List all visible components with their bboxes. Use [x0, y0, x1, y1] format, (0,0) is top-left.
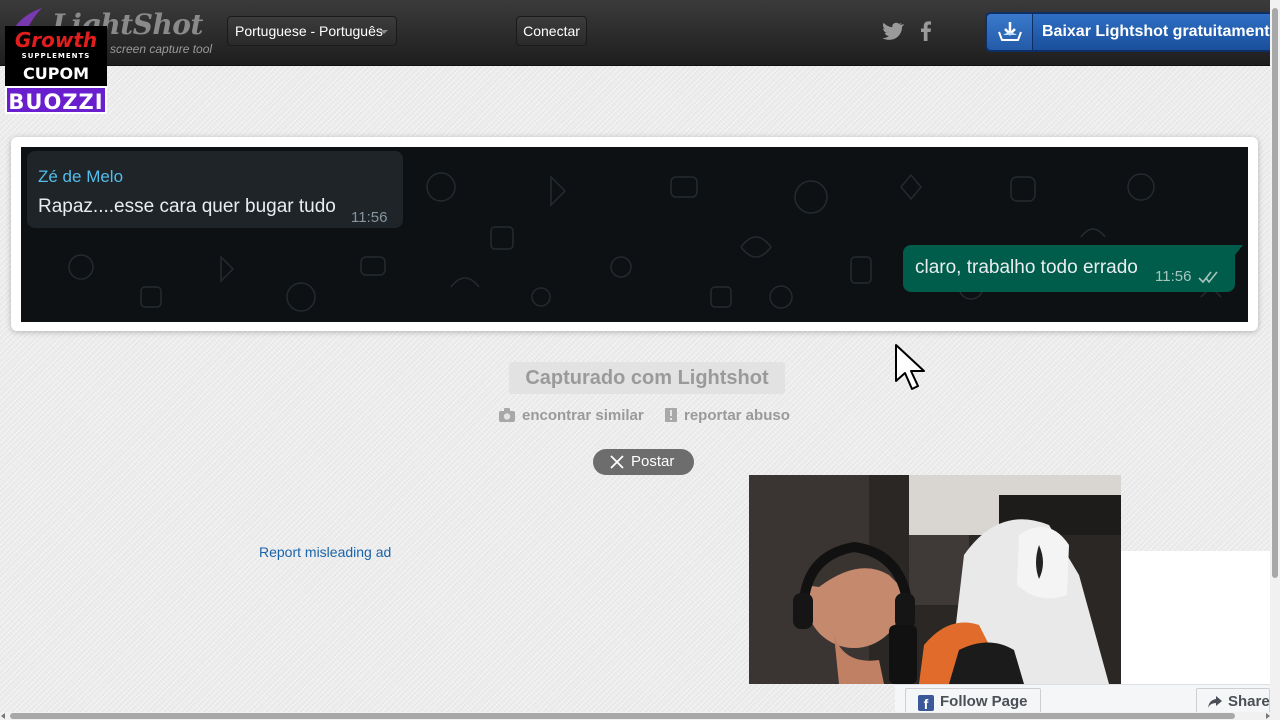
horizontal-scrollbar[interactable]: [0, 712, 1280, 720]
report-abuse-link[interactable]: reportar abuso: [664, 406, 804, 426]
ad-video[interactable]: [749, 475, 1121, 684]
twitter-icon[interactable]: [880, 19, 904, 43]
find-similar-link[interactable]: encontrar similar: [498, 406, 658, 426]
message-time: 11:56: [1155, 268, 1192, 285]
mouse-cursor-icon: [895, 344, 925, 390]
promo-code: BUOZZI: [5, 86, 107, 114]
screenshot-card: Zé de Melo Rapaz....esse cara quer bugar…: [11, 137, 1258, 331]
header-bar: LightShot screen capture tool Portuguese…: [0, 0, 1280, 66]
facebook-f-icon: f: [918, 695, 934, 712]
vertical-scrollbar[interactable]: [1270, 0, 1280, 712]
vertical-scrollbar-thumb[interactable]: [1272, 8, 1278, 578]
download-button-label: Baixar Lightshot gratuitamente: [1042, 23, 1279, 40]
download-icon-box: [987, 14, 1033, 50]
flag-report-icon: [665, 408, 677, 422]
facebook-page-bar: f Follow Page Share: [895, 684, 1270, 716]
post-to-x-button[interactable]: Postar: [593, 449, 694, 475]
connect-button[interactable]: Conectar: [516, 16, 587, 46]
report-misleading-ad-link[interactable]: Report misleading ad: [259, 544, 391, 560]
bubble-tail: [1235, 245, 1243, 255]
horizontal-scrollbar-thumb[interactable]: [10, 713, 1235, 719]
double-check-icon: [1198, 271, 1218, 284]
ad-side-panel: [1121, 551, 1270, 684]
promo-brand-sub: SUPPLEMENTS: [21, 52, 91, 60]
download-icon: [998, 22, 1022, 41]
x-logo-icon: [610, 455, 624, 469]
camera-icon: [499, 408, 515, 422]
captured-with-label: Capturado com Lightshot: [509, 362, 785, 394]
scroll-right-icon[interactable]: [1266, 713, 1270, 719]
logo-subtitle: screen capture tool: [110, 42, 213, 56]
message-time: 11:56: [351, 209, 388, 226]
promo-coupon-badge[interactable]: Growth SUPPLEMENTS CUPOM BUOZZI: [5, 26, 107, 114]
download-button[interactable]: Baixar Lightshot gratuitamente: [985, 12, 1280, 52]
chevron-down-icon: [380, 30, 388, 34]
promo-brand-text: Growth: [14, 28, 98, 52]
scroll-left-icon[interactable]: [1, 713, 5, 719]
message-text: claro, trabalho todo errado: [915, 257, 1138, 278]
message-text: Rapaz....esse cara quer bugar tudo: [38, 196, 336, 217]
find-similar-label: encontrar similar: [522, 407, 644, 424]
facebook-icon[interactable]: [914, 19, 938, 43]
incoming-message: Zé de Melo Rapaz....esse cara quer bugar…: [27, 151, 403, 228]
language-select-value: Portuguese - Português: [235, 23, 383, 39]
outgoing-message: claro, trabalho todo errado 11:56: [903, 245, 1243, 292]
share-arrow-icon: [1208, 696, 1222, 708]
video-frame-illustration: [749, 475, 1121, 684]
promo-cupom-label: CUPOM: [5, 62, 107, 86]
message-sender: Zé de Melo: [38, 167, 124, 186]
screenshot-image[interactable]: Zé de Melo Rapaz....esse cara quer bugar…: [21, 147, 1248, 322]
report-abuse-label: reportar abuso: [684, 407, 790, 424]
language-select[interactable]: Portuguese - Português: [227, 16, 397, 46]
post-label: Postar: [631, 453, 675, 470]
promo-brand: Growth SUPPLEMENTS: [5, 26, 107, 62]
